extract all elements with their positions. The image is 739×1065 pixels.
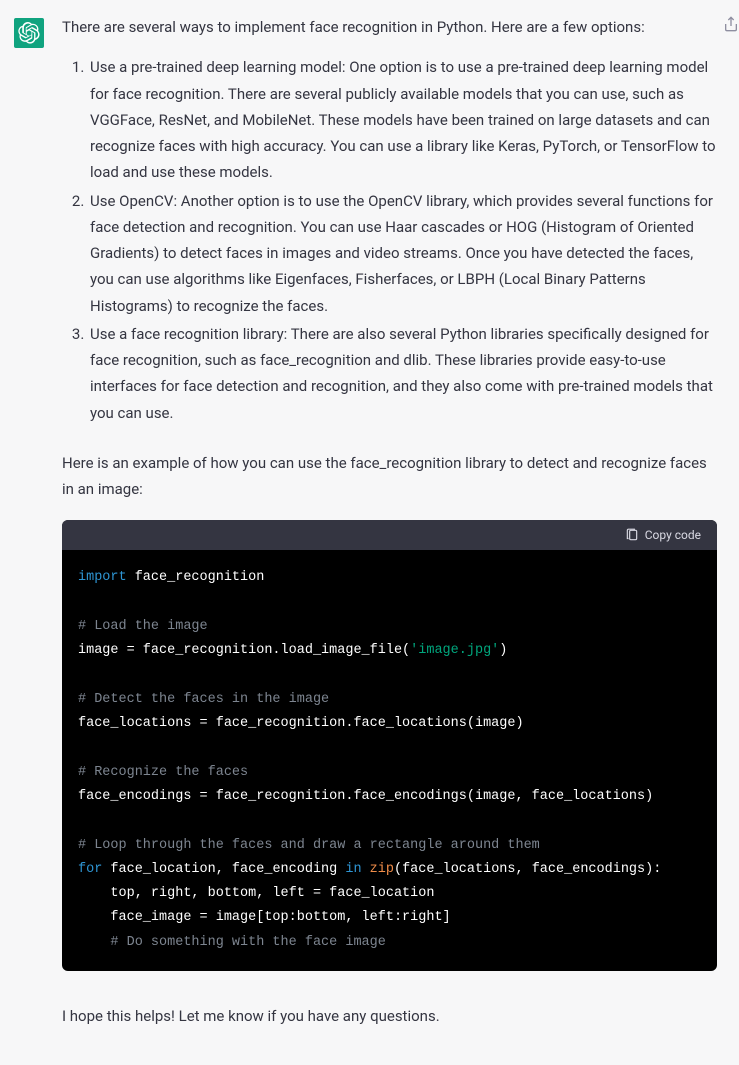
message-content: There are several ways to implement face… [62, 14, 727, 1029]
code-block: Copy code import face_recognition # Load… [62, 520, 717, 971]
code-header: Copy code [62, 520, 717, 550]
code-content: import face_recognition # Load the image… [62, 550, 717, 971]
list-item: Use a pre-trained deep learning model: O… [88, 54, 717, 185]
list-item: Use a face recognition library: There ar… [88, 321, 717, 426]
intro-text: There are several ways to implement face… [62, 14, 717, 40]
clipboard-icon [625, 528, 639, 542]
list-item: Use OpenCV: Another option is to use the… [88, 188, 717, 319]
copy-code-button[interactable]: Copy code [625, 528, 701, 542]
options-list: Use a pre-trained deep learning model: O… [62, 54, 717, 426]
copy-code-label: Copy code [645, 528, 701, 542]
example-intro: Here is an example of how you can use th… [62, 450, 717, 503]
assistant-message: There are several ways to implement face… [0, 0, 739, 1049]
share-icon[interactable] [723, 14, 739, 40]
closing-text: I hope this helps! Let me know if you ha… [62, 1003, 717, 1029]
assistant-avatar [14, 18, 44, 48]
